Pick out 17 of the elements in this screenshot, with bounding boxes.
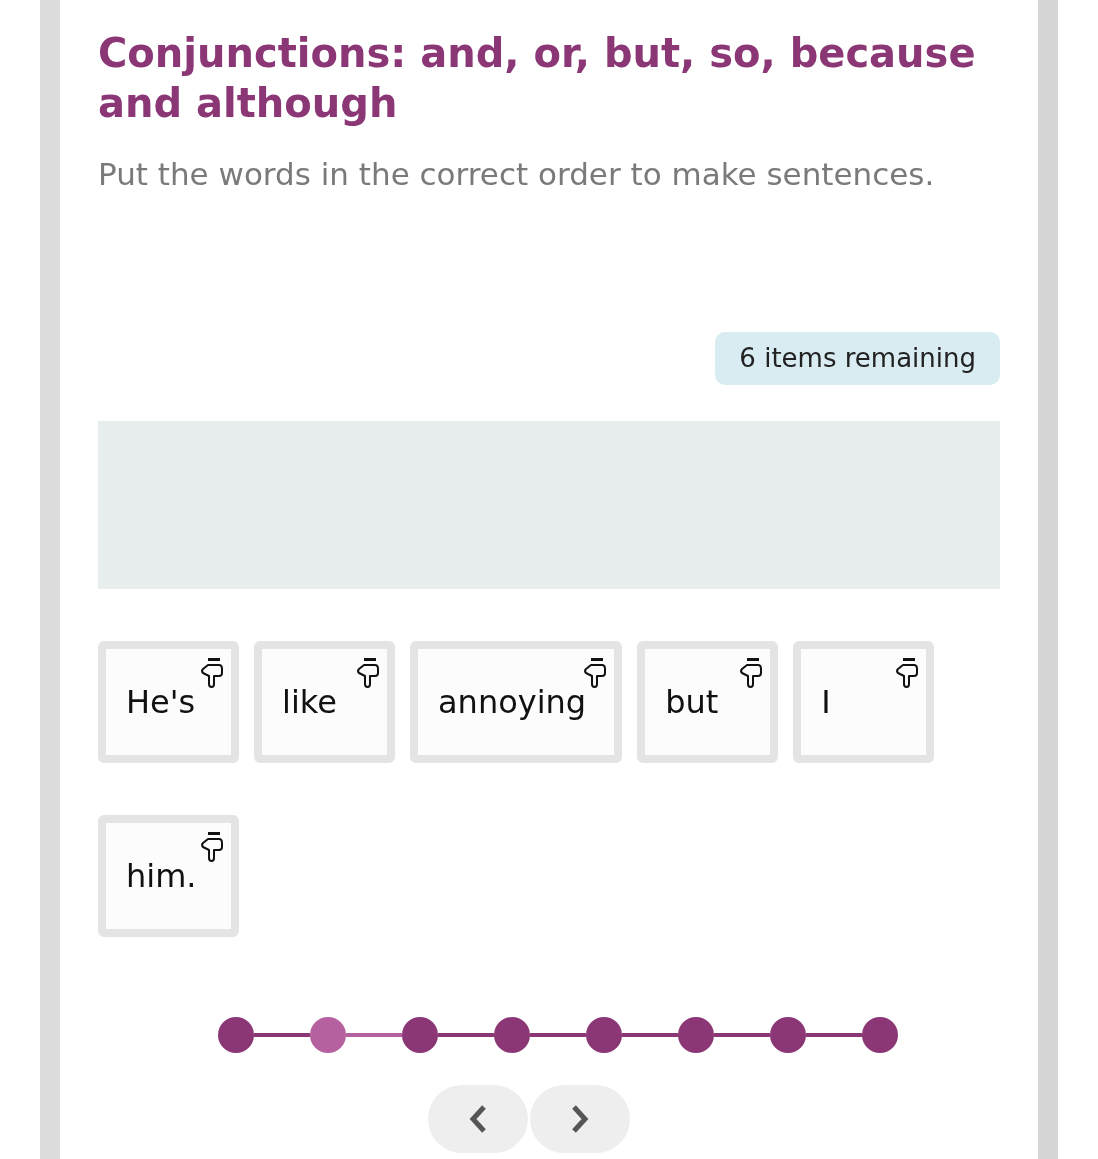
pointing-hand-icon: [894, 657, 921, 691]
pointing-hand-icon: [199, 831, 225, 865]
word-tile[interactable]: annoying: [410, 641, 623, 763]
instruction-text: Put the words in the correct order to make sentences.: [98, 155, 936, 194]
pointing-hand-icon: [355, 657, 381, 691]
pointing-hand-icon: [199, 657, 225, 691]
pointing-hand-icon: [582, 657, 609, 691]
word-tile[interactable]: like: [254, 641, 395, 763]
chevron-right-icon: [571, 1104, 589, 1134]
items-remaining-badge: 6 items remaining: [715, 332, 1000, 385]
word-tile[interactable]: He's: [98, 641, 239, 763]
word-tile[interactable]: I: [793, 641, 935, 763]
pointing-hand-icon: [738, 657, 765, 691]
word-tile[interactable]: him.: [98, 815, 239, 937]
word-tile[interactable]: but: [637, 641, 779, 763]
page-title: Conjunctions: and, or, but, so, because and although: [98, 29, 977, 128]
chevron-left-icon: [469, 1104, 487, 1134]
